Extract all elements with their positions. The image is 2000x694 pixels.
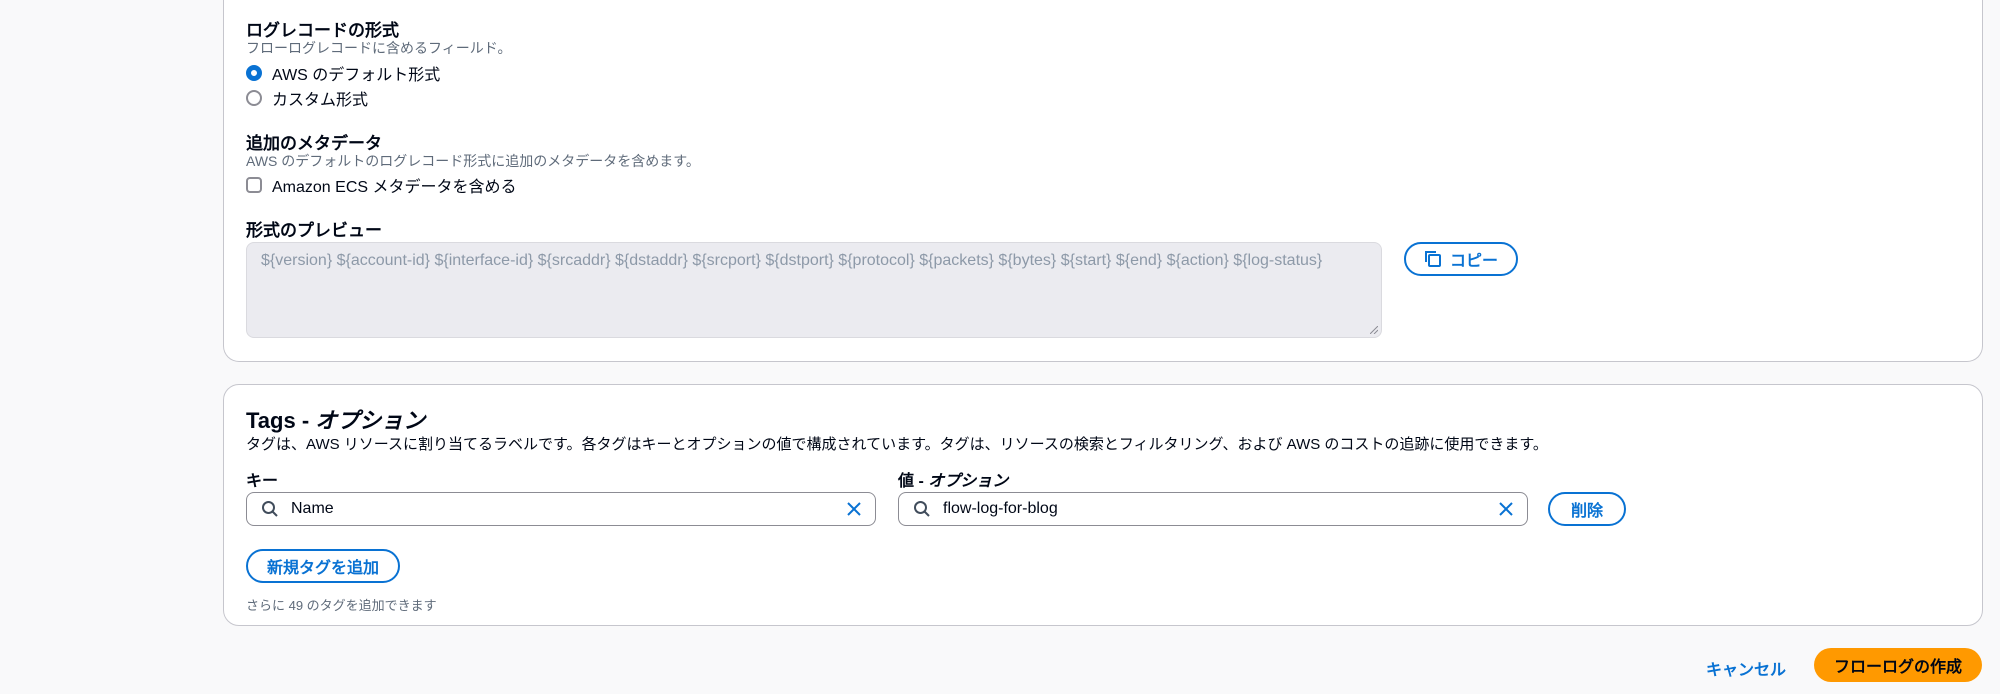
- tag-key-input[interactable]: Name: [246, 492, 876, 526]
- format-preview-textarea[interactable]: ${version} ${account-id} ${interface-id}…: [246, 242, 1382, 338]
- log-format-panel: ログレコードの形式 フローログレコードに含めるフィールド。 AWS のデフォルト…: [223, 0, 1983, 362]
- radio-unchecked-icon[interactable]: [246, 90, 262, 106]
- tag-key-label: キー: [246, 473, 279, 490]
- tag-key-value: Name: [291, 500, 334, 517]
- tags-title: Tags - オプション: [246, 403, 425, 435]
- copy-button-label: コピー: [1449, 253, 1498, 270]
- search-icon: [262, 501, 278, 517]
- tag-value-value: flow-log-for-blog: [943, 500, 1058, 517]
- log-format-description: フローログレコードに含めるフィールド。: [246, 40, 512, 56]
- tags-title-main: Tags -: [246, 408, 316, 433]
- resize-grip-icon[interactable]: [1370, 326, 1378, 334]
- tags-panel: Tags - オプション タグは、AWS リソースに割り当てるラベルです。各タグ…: [223, 384, 1983, 626]
- ecs-metadata-checkbox-label: Amazon ECS メタデータを含める: [272, 179, 517, 196]
- remove-tag-button[interactable]: 削除: [1548, 492, 1626, 526]
- radio-custom-format[interactable]: カスタム形式: [246, 86, 368, 110]
- tag-value-label-main: 値 -: [898, 473, 929, 490]
- add-tag-button[interactable]: 新規タグを追加: [246, 549, 400, 583]
- search-icon: [914, 501, 930, 517]
- cancel-button[interactable]: キャンセル: [1706, 656, 1786, 680]
- copy-icon: [1424, 251, 1441, 267]
- remaining-tags-text: さらに 49 のタグを追加できます: [246, 598, 437, 613]
- radio-checked-icon[interactable]: [246, 65, 262, 81]
- checkbox[interactable]: [246, 177, 262, 193]
- ecs-metadata-checkbox-row[interactable]: Amazon ECS メタデータを含める: [246, 173, 517, 197]
- clear-icon[interactable]: [845, 500, 863, 518]
- tag-value-label-optional: オプション: [928, 473, 1009, 490]
- radio-custom-label: カスタム形式: [272, 92, 369, 109]
- tag-value-label: 値 - オプション: [898, 467, 1008, 491]
- copy-button[interactable]: コピー: [1404, 242, 1518, 276]
- tags-title-optional: オプション: [315, 408, 426, 433]
- format-preview-text: ${version} ${account-id} ${interface-id}…: [261, 252, 1323, 269]
- tags-description: タグは、AWS リソースに割り当てるラベルです。各タグはキーとオプションの値で構…: [246, 436, 1548, 453]
- radio-default-label: AWS のデフォルト形式: [272, 67, 441, 84]
- tag-value-input[interactable]: flow-log-for-blog: [898, 492, 1528, 526]
- metadata-description: AWS のデフォルトのログレコード形式に追加のメタデータを含めます。: [246, 153, 700, 169]
- clear-icon[interactable]: [1497, 500, 1515, 518]
- create-flow-log-button[interactable]: フローログの作成: [1814, 648, 1982, 682]
- radio-default-format[interactable]: AWS のデフォルト形式: [246, 61, 440, 85]
- preview-label: 形式のプレビュー: [246, 221, 382, 240]
